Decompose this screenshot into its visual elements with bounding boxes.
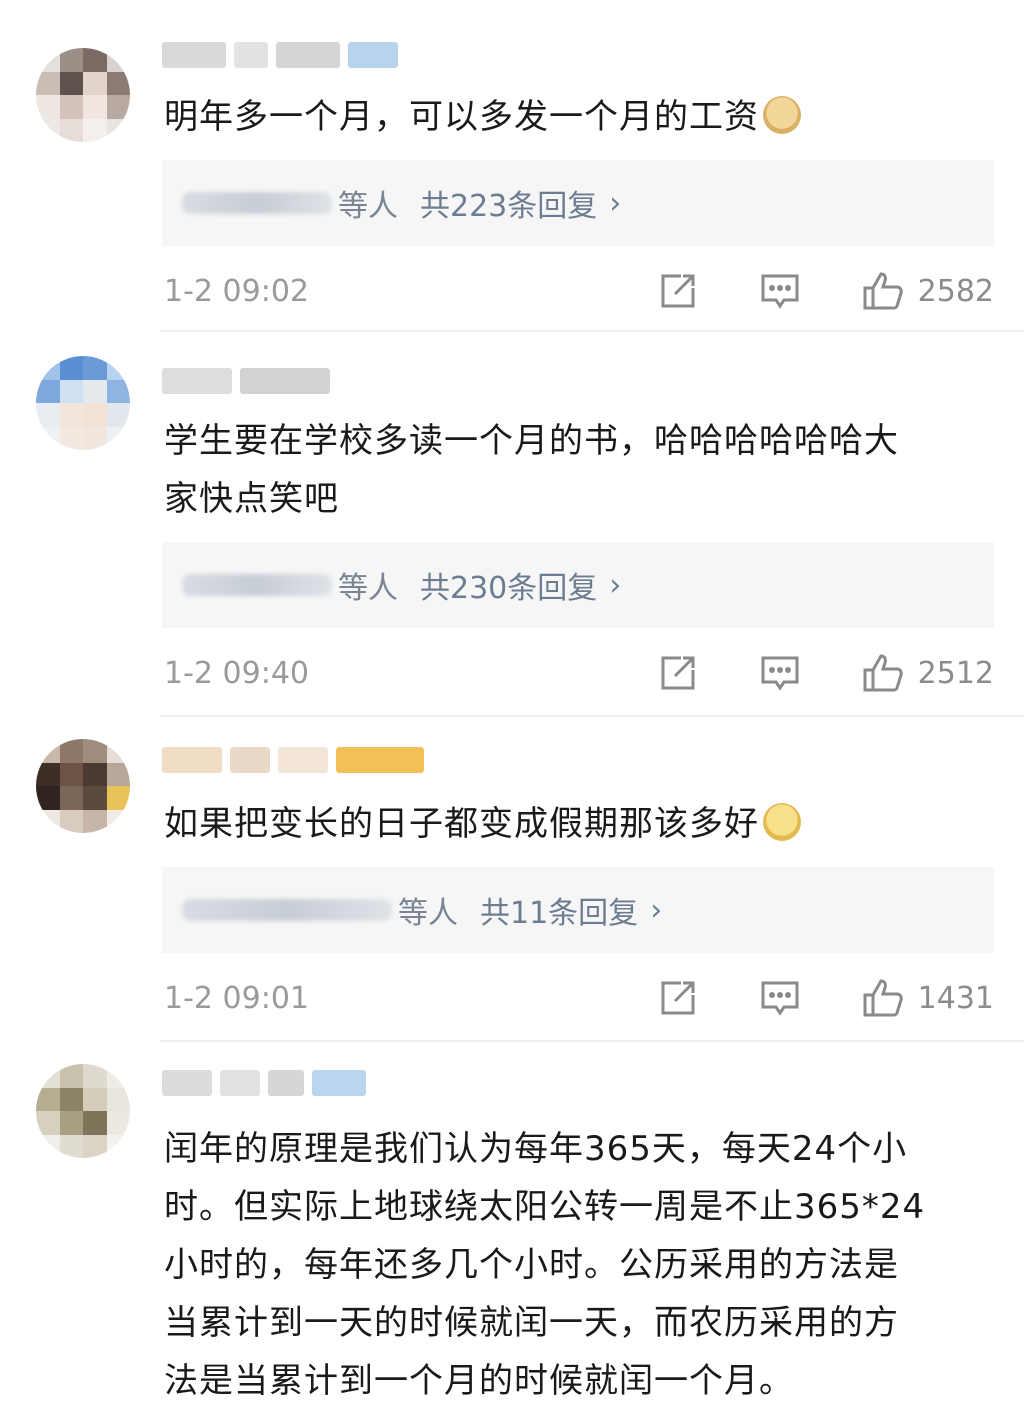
chevron-right-icon: ›: [650, 892, 663, 928]
timestamp: 1-2 09:02: [164, 273, 309, 309]
doge-face-icon: [763, 96, 801, 134]
reply-who: 等人: [398, 896, 458, 931]
action-bar: 1431: [658, 978, 994, 1018]
comment-icon[interactable]: [760, 978, 800, 1018]
username-blurred[interactable]: [162, 366, 330, 396]
like-button[interactable]: 2512: [862, 653, 994, 693]
share-icon[interactable]: [658, 271, 698, 311]
comment-item: 学生要在学校多读一个月的书，哈哈哈哈哈哈大 家快点笑吧 等人 共230条回复 ›…: [0, 332, 1024, 717]
thumbs-up-icon: [863, 272, 903, 310]
like-button[interactable]: 2582: [862, 271, 994, 311]
comment-item: 闰年的原理是我们认为每年365天，每天24个小 时。但实际上地球绕太阳公转一周是…: [0, 1042, 1024, 1421]
reply-users-blurred: [182, 192, 332, 214]
reply-summary[interactable]: 等人 共230条回复 ›: [162, 542, 994, 628]
reply-summary[interactable]: 等人 共223条回复 ›: [162, 160, 994, 246]
reply-users-blurred: [182, 899, 392, 921]
comment-item: 明年多一个月，可以多发一个月的工资 等人 共223条回复 › 1-2 09:02…: [0, 0, 1024, 332]
username-blurred[interactable]: [162, 40, 398, 70]
reply-count[interactable]: 共230条回复: [420, 563, 597, 607]
username-blurred[interactable]: [162, 745, 424, 775]
crying-face-icon: [763, 803, 801, 841]
timestamp: 1-2 09:01: [164, 980, 309, 1016]
timestamp: 1-2 09:40: [164, 655, 309, 691]
reply-who: 等人: [338, 189, 398, 224]
chevron-right-icon: ›: [609, 567, 622, 603]
comment-meta: 1-2 09:40 2512: [164, 648, 994, 698]
reply-users-blurred: [182, 574, 332, 596]
thumbs-up-icon: [863, 654, 903, 692]
comment-item: 如果把变长的日子都变成假期那该多好 等人 共11条回复 › 1-2 09:01 …: [0, 717, 1024, 1042]
reply-count[interactable]: 共11条回复: [480, 888, 638, 932]
comment-icon[interactable]: [760, 271, 800, 311]
comment-meta: 1-2 09:02 2582: [164, 266, 994, 316]
chevron-right-icon: ›: [609, 185, 622, 221]
comment-text: 闰年的原理是我们认为每年365天，每天24个小 时。但实际上地球绕太阳公转一周是…: [164, 1129, 926, 1401]
avatar[interactable]: [36, 739, 130, 833]
like-button[interactable]: 1431: [862, 978, 994, 1018]
comment-icon[interactable]: [760, 653, 800, 693]
share-icon[interactable]: [658, 978, 698, 1018]
comment-meta: 1-2 09:01 1431: [164, 973, 994, 1023]
thumbs-up-icon: [863, 979, 903, 1017]
share-icon[interactable]: [658, 653, 698, 693]
action-bar: 2582: [658, 271, 994, 311]
like-count: 2512: [917, 655, 994, 691]
avatar[interactable]: [36, 1064, 130, 1158]
like-count: 1431: [917, 980, 994, 1016]
comment-text: 如果把变长的日子都变成假期那该多好: [164, 795, 994, 853]
action-bar: 2512: [658, 653, 994, 693]
avatar[interactable]: [36, 356, 130, 450]
reply-who: 等人: [338, 571, 398, 606]
comment-text: 明年多一个月，可以多发一个月的工资: [164, 88, 994, 146]
comment-text: 学生要在学校多读一个月的书，哈哈哈哈哈哈大 家快点笑吧: [164, 421, 899, 519]
reply-count[interactable]: 共223条回复: [420, 181, 597, 225]
like-count: 2582: [917, 273, 994, 309]
reply-summary[interactable]: 等人 共11条回复 ›: [162, 867, 994, 953]
avatar[interactable]: [36, 48, 130, 142]
username-blurred[interactable]: [162, 1068, 366, 1098]
